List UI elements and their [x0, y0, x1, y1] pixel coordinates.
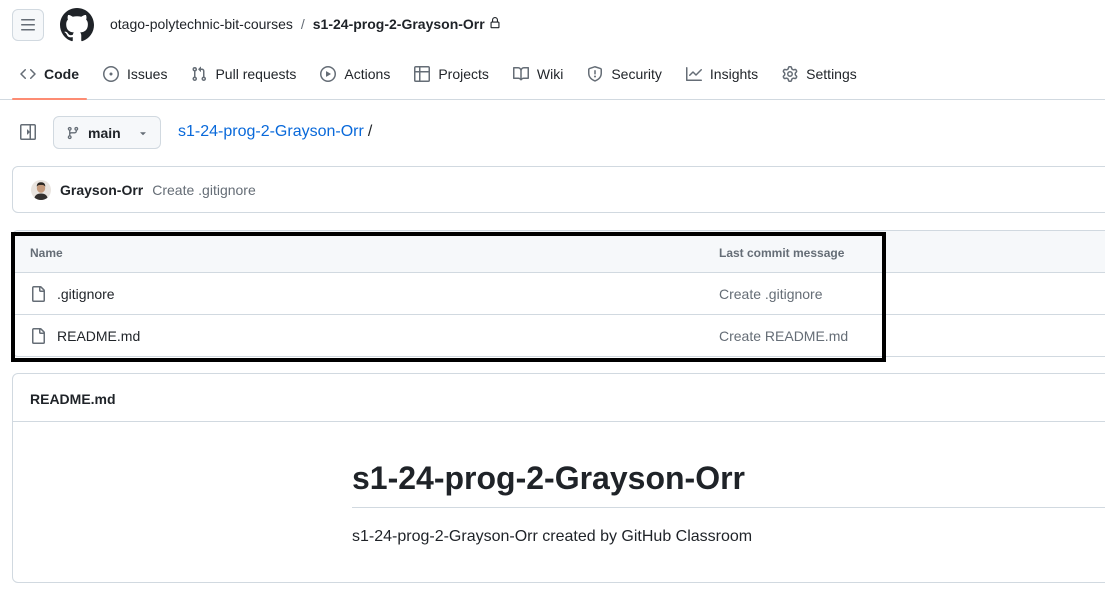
owner-link[interactable]: otago-polytechnic-bit-courses: [110, 16, 293, 32]
menu-button[interactable]: [12, 9, 44, 41]
tab-label: Security: [611, 66, 662, 82]
file-name-link[interactable]: README.md: [57, 328, 140, 344]
readme-panel: README.md s1-24-prog-2-Grayson-Orr s1-24…: [12, 373, 1105, 583]
breadcrumb-separator: /: [300, 16, 305, 32]
file-path-breadcrumb: s1-24-prog-2-Grayson-Orr /: [178, 123, 372, 141]
tab-issues[interactable]: Issues: [95, 58, 175, 90]
issue-icon: [103, 66, 119, 82]
latest-commit-box: Grayson-Orr Create .gitignore: [12, 166, 1105, 213]
table-row[interactable]: .gitignore Create .gitignore: [13, 273, 1105, 315]
lock-icon: [490, 17, 500, 29]
git-branch-icon: [67, 126, 79, 139]
branch-name: main: [88, 124, 121, 141]
tab-label: Wiki: [536, 66, 564, 82]
shield-icon: [588, 66, 603, 82]
play-icon: [320, 66, 337, 82]
graph-icon: [685, 67, 702, 81]
tab-code[interactable]: Code: [12, 58, 87, 100]
tab-pull-requests[interactable]: Pull requests: [183, 58, 304, 90]
tab-projects[interactable]: Projects: [406, 58, 497, 90]
tab-label: Pull requests: [215, 66, 297, 82]
tab-label: Issues: [127, 66, 168, 82]
sidebar-expand-icon: [20, 124, 36, 140]
tab-label: Projects: [438, 66, 489, 82]
readme-heading: s1-24-prog-2-Grayson-Orr: [352, 460, 1105, 508]
breadcrumb: otago-polytechnic-bit-courses / s1-24-pr…: [110, 16, 501, 32]
file-table-header: Name Last commit message: [13, 231, 1105, 273]
file-icon: [32, 328, 45, 344]
commit-author[interactable]: Grayson-Orr: [60, 182, 143, 198]
repo-root-link[interactable]: s1-24-prog-2-Grayson-Orr: [178, 123, 364, 140]
tab-insights[interactable]: Insights: [678, 58, 766, 90]
table-icon: [414, 66, 431, 82]
gear-icon: [782, 66, 798, 82]
repo-nav-tabs: Code Issues Pull requests Actions Projec…: [12, 58, 873, 100]
repo-header: otago-polytechnic-bit-courses / s1-24-pr…: [0, 0, 1105, 100]
file-commit-message-link[interactable]: Create .gitignore: [719, 286, 823, 302]
readme-tab[interactable]: README.md: [30, 391, 116, 407]
tab-label: Insights: [709, 66, 759, 82]
file-commit-message-link[interactable]: Create README.md: [719, 328, 848, 344]
tab-label: Code: [44, 66, 79, 82]
tab-wiki[interactable]: Wiki: [505, 58, 571, 90]
tab-security[interactable]: Security: [579, 58, 670, 90]
tab-label: Actions: [344, 66, 391, 82]
code-icon: [20, 68, 36, 80]
repo-link[interactable]: s1-24-prog-2-Grayson-Orr: [313, 16, 501, 32]
path-separator: /: [367, 123, 373, 140]
file-icon: [32, 286, 45, 302]
caret-down-icon: [139, 131, 146, 135]
book-icon: [512, 66, 529, 81]
column-header-commit-message: Last commit message: [719, 246, 845, 260]
avatar-image: [31, 179, 51, 200]
file-name-link[interactable]: .gitignore: [57, 286, 115, 302]
readme-header: README.md: [13, 374, 1105, 422]
github-logo-icon[interactable]: [60, 8, 94, 42]
file-tree-toggle-button[interactable]: [18, 122, 38, 142]
pull-request-icon: [192, 66, 207, 82]
branch-select-button[interactable]: main: [53, 116, 161, 149]
column-header-name: Name: [30, 246, 63, 260]
commit-message[interactable]: Create .gitignore: [152, 182, 256, 198]
tab-settings[interactable]: Settings: [774, 58, 865, 90]
tab-label: Settings: [806, 66, 857, 82]
tab-actions[interactable]: Actions: [312, 58, 398, 90]
repo-name[interactable]: s1-24-prog-2-Grayson-Orr: [313, 16, 485, 32]
table-row[interactable]: README.md Create README.md: [13, 315, 1105, 356]
readme-paragraph: s1-24-prog-2-Grayson-Orr created by GitH…: [352, 528, 753, 545]
hamburger-icon: [21, 19, 35, 31]
file-list-table: Name Last commit message .gitignore Crea…: [12, 230, 1105, 357]
avatar[interactable]: [31, 179, 51, 200]
readme-content: s1-24-prog-2-Grayson-Orr s1-24-prog-2-Gr…: [13, 422, 1105, 582]
